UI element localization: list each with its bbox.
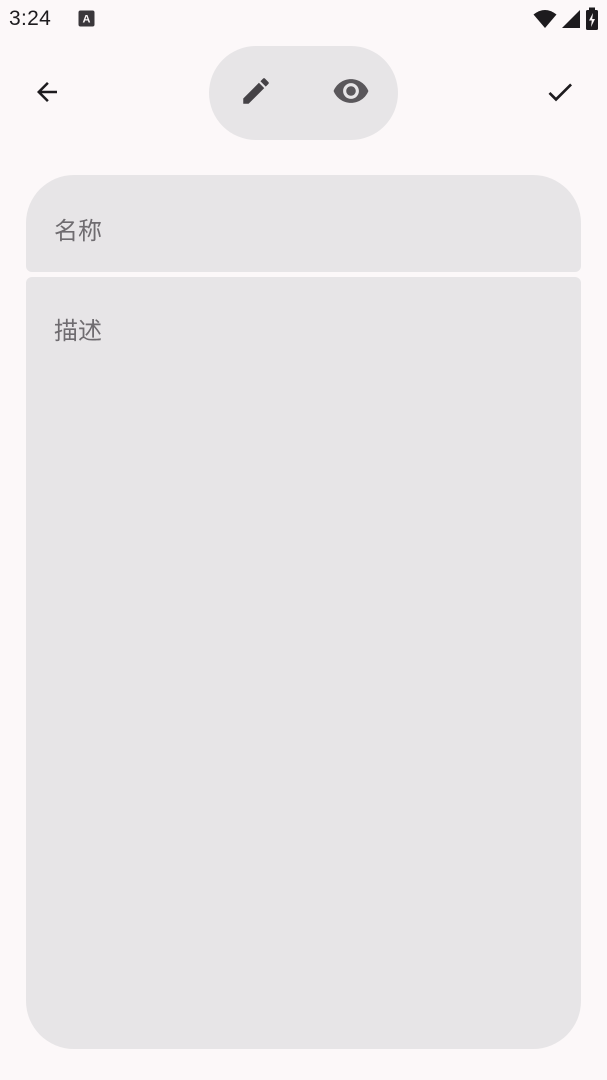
text-a-icon: A bbox=[78, 10, 95, 27]
battery-charging-icon bbox=[585, 7, 599, 36]
preview-mode-button[interactable] bbox=[327, 69, 375, 117]
arrow-back-icon bbox=[32, 77, 62, 112]
back-button[interactable] bbox=[23, 70, 71, 118]
cell-signal-icon bbox=[560, 8, 582, 35]
description-placeholder: 描述 bbox=[54, 317, 102, 345]
wifi-icon bbox=[533, 8, 557, 35]
edit-mode-button[interactable] bbox=[232, 69, 280, 117]
mode-toggle bbox=[209, 46, 398, 140]
name-field[interactable]: 名称 bbox=[26, 175, 581, 272]
svg-text:A: A bbox=[83, 14, 91, 26]
check-icon bbox=[544, 76, 576, 113]
eye-icon bbox=[332, 72, 370, 115]
status-time: 3:24 bbox=[9, 7, 52, 30]
screen: 3:24 A 名称 描述 bbox=[0, 0, 607, 1080]
status-indicators bbox=[533, 7, 599, 36]
pencil-icon bbox=[239, 74, 273, 113]
confirm-button[interactable] bbox=[536, 70, 584, 118]
status-bar: 3:24 A bbox=[0, 0, 607, 40]
name-placeholder: 名称 bbox=[54, 217, 102, 245]
description-field[interactable]: 描述 bbox=[26, 277, 581, 1049]
